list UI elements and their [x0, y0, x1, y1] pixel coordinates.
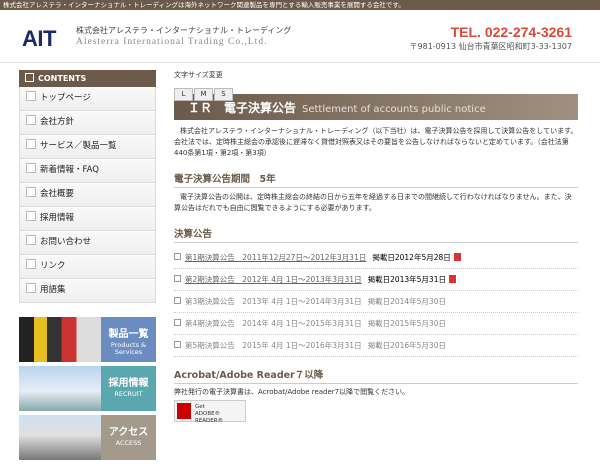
smartphones-image: [19, 317, 101, 362]
list-bullet-icon: [174, 253, 181, 260]
notice-row: 第3期決算公告 2013年 4月 1日～2014年3月31日 掲載日2014年5月…: [174, 291, 578, 313]
sidebar: CONTENTS トップページ 会社方針 サービス／製品一覧 新着情報・FAQ …: [19, 70, 156, 460]
banner-access[interactable]: アクセス ACCESS: [19, 415, 156, 460]
menu-bullet-icon: [26, 187, 36, 197]
sidebar-item-links[interactable]: リンク: [19, 255, 156, 279]
sidebar-item-recruit[interactable]: 採用情報: [19, 207, 156, 231]
notice-row: 第4期決算公告 2014年 4月 1日～2015年3月31日 掲載日2015年5月…: [174, 313, 578, 335]
banner-recruit[interactable]: 採用情報 RECRUIT: [19, 366, 156, 411]
sidebar-item-top[interactable]: トップページ: [19, 87, 156, 111]
banner-products-subtitle: Products & Services: [110, 341, 147, 356]
list-bullet-icon: [174, 275, 181, 282]
section-period-text: 電子決算公告の公開は、定時株主総会の終結の日から五年を経過する日までの間継続して…: [174, 193, 572, 212]
banner-access-subtitle: ACCESS: [115, 439, 142, 447]
adobe-reader-icon: [177, 403, 191, 419]
notice-link[interactable]: 第5期決算公告 2015年 4月 1日～2016年3月31日: [185, 341, 362, 350]
company-name-jp: 株式会社アレステラ・インターナショナル・トレーディング: [76, 26, 292, 35]
page-title-bar: ＩＲ 電子決算公告 Settlement of accounts public n…: [174, 94, 578, 120]
font-size-controls: LMS: [174, 81, 578, 101]
menu-bullet-icon: [26, 283, 36, 293]
banner-products[interactable]: 製品一覧 Products & Services: [19, 317, 156, 362]
top-announcement-text: 株式会社アレステラ・インターナショナル・トレーディングは海外ネットワーク関連製品…: [3, 1, 405, 9]
sidebar-item-contact[interactable]: お問い合わせ: [19, 231, 156, 255]
intro-paragraph: 株式会社アレステラ・インターナショナル・トレーディング（以下当社）は、電子決算公…: [174, 127, 578, 157]
list-bullet-icon: [174, 319, 181, 326]
street-view-image: [19, 415, 101, 460]
sidebar-item-news-faq[interactable]: 新着情報・FAQ: [19, 159, 156, 183]
top-announcement-bar: 株式会社アレステラ・インターナショナル・トレーディングは海外ネットワーク関連製品…: [0, 0, 600, 10]
notice-published-date: 掲載日2013年5月31日: [367, 275, 446, 284]
section-notices-heading: 決算公告: [174, 226, 578, 243]
menu-bullet-icon: [26, 259, 36, 269]
notice-link[interactable]: 第4期決算公告 2014年 4月 1日～2015年3月31日: [185, 319, 362, 328]
notice-row: 第5期決算公告 2015年 4月 1日～2016年3月31日 掲載日2016年5月…: [174, 335, 578, 357]
get-adobe-reader-label: Get ADOBE® READER®: [195, 404, 224, 424]
notice-row: 第1期決算公告 2011年12月27日～2012年3月31日 掲載日2012年5月…: [174, 247, 578, 269]
banner-recruit-subtitle: RECRUIT: [114, 390, 143, 398]
notice-row: 第2期決算公告 2012年 4月 1日～2013年3月31日 掲載日2013年5月…: [174, 269, 578, 291]
phone-number: TEL. 022-274-3261: [450, 24, 572, 40]
banner-access-title: アクセス: [108, 427, 149, 438]
city-buildings-image: [19, 366, 101, 411]
notice-published-date: 掲載日2014年5月30日: [367, 297, 446, 306]
menu-bullet-icon: [26, 115, 36, 125]
menu-bullet-icon: [26, 235, 36, 245]
sidebar-heading: CONTENTS: [19, 70, 156, 87]
font-size-label: 文字サイズ変更: [174, 71, 223, 79]
company-address: 〒981-0913 仙台市青葉区昭和町3-33-1307: [409, 42, 572, 51]
acrobat-section: Acrobat/Adobe Reader７以降 弊社発行の電子決算書は、Acro…: [174, 367, 578, 424]
menu-bullet-icon: [26, 91, 36, 101]
contents-icon: [25, 73, 34, 82]
notice-link[interactable]: 第1期決算公告 2011年12月27日～2012年3月31日: [185, 253, 366, 262]
banner-products-title: 製品一覧: [108, 329, 149, 340]
company-logo[interactable]: AIT: [22, 26, 56, 52]
list-bullet-icon: [174, 297, 181, 304]
notice-published-date: 掲載日2012年5月28日: [372, 253, 451, 262]
notice-published-date: 掲載日2016年5月30日: [367, 341, 446, 350]
main-content: 文字サイズ変更 LMS ＩＲ 電子決算公告 Settlement of accou…: [174, 70, 578, 424]
banner-recruit-title: 採用情報: [108, 378, 149, 389]
pdf-icon[interactable]: [453, 253, 461, 261]
notice-published-date: 掲載日2015年5月30日: [367, 319, 446, 328]
list-bullet-icon: [174, 341, 181, 348]
section-acrobat-heading: Acrobat/Adobe Reader７以降: [174, 367, 578, 384]
site-header: AIT 株式会社アレステラ・インターナショナル・トレーディング Alesterr…: [0, 10, 600, 62]
menu-bullet-icon: [26, 163, 36, 173]
notice-link[interactable]: 第3期決算公告 2013年 4月 1日～2014年3月31日: [185, 297, 362, 306]
sidebar-item-policy[interactable]: 会社方針: [19, 111, 156, 135]
menu-bullet-icon: [26, 139, 36, 149]
sidebar-item-company[interactable]: 会社概要: [19, 183, 156, 207]
section-period-heading: 電子決算公告期間 5年: [174, 171, 578, 188]
page-title: ＩＲ 電子決算公告: [188, 101, 297, 115]
notice-link[interactable]: 第2期決算公告 2012年 4月 1日～2013年3月31日: [185, 275, 362, 284]
sidebar-item-glossary[interactable]: 用語集: [19, 279, 156, 303]
sidebar-item-services[interactable]: サービス／製品一覧: [19, 135, 156, 159]
page-subtitle: Settlement of accounts public notice: [302, 104, 486, 115]
header-divider: [0, 62, 600, 63]
menu-bullet-icon: [26, 211, 36, 221]
get-adobe-reader-button[interactable]: Get ADOBE® READER®: [174, 400, 246, 424]
company-name-en: Alesterra International Trading Co.,Ltd.: [76, 37, 268, 47]
section-acrobat-text: 弊社発行の電子決算書は、Acrobat/Adobe reader7以降で閲覧くだ…: [174, 388, 410, 396]
pdf-icon[interactable]: [448, 275, 456, 283]
